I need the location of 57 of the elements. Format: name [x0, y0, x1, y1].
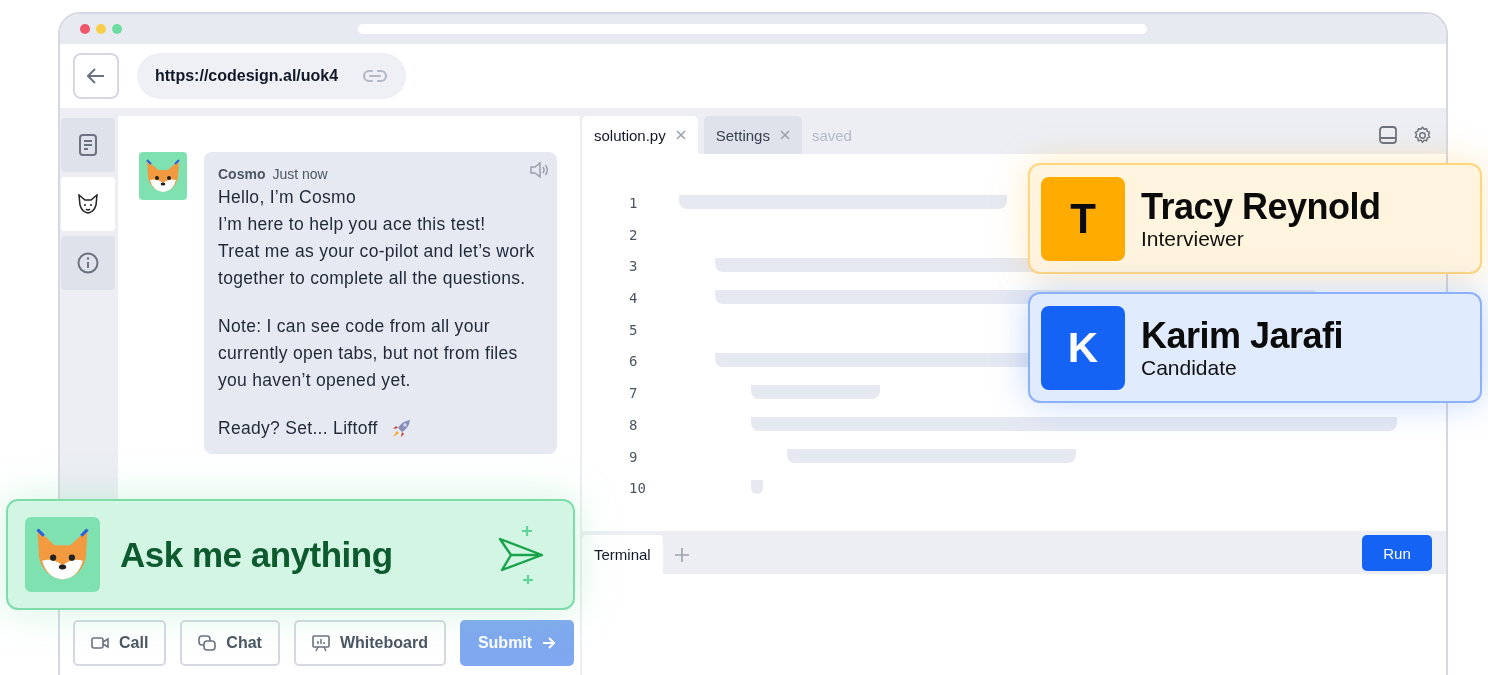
message-text: Note: I can see code from all your currently open tabs, but not from files you haven’t opened yet.: [218, 315, 519, 392]
file-tab[interactable]: Settings: [703, 116, 802, 154]
run-button[interactable]: Run: [1362, 535, 1432, 571]
line-number: 7: [628, 384, 639, 404]
document-icon: [79, 134, 97, 156]
file-tab[interactable]: solution.py: [582, 116, 698, 154]
chat-button[interactable]: Chat: [180, 620, 280, 666]
close-icon[interactable]: [779, 130, 790, 140]
fox-icon: [77, 194, 99, 214]
fox-avatar-icon: [25, 517, 100, 592]
line-number: 2: [628, 225, 639, 245]
message-text: Ready? Set... Liftoff: [218, 417, 378, 440]
whiteboard-icon: [311, 634, 330, 652]
close-icon[interactable]: [675, 130, 686, 140]
maximize-window-dot[interactable]: [112, 24, 122, 34]
line-number: 5: [628, 320, 639, 340]
ask-card[interactable]: Ask me anything: [6, 499, 575, 610]
sidebar-tab[interactable]: [61, 118, 115, 172]
settings-icon[interactable]: [1413, 126, 1432, 145]
chat-bubbles-icon: [198, 634, 217, 652]
fox-avatar-icon: [139, 152, 187, 200]
participant-avatar: T: [1041, 176, 1125, 261]
whiteboard-button[interactable]: Whiteboard: [293, 620, 446, 666]
link-icon: [362, 69, 389, 83]
save-status: saved: [811, 126, 852, 144]
back-button[interactable]: [73, 53, 119, 99]
line-number: 10: [628, 479, 647, 499]
url-field[interactable]: https://codesign.al/uok4: [137, 53, 407, 99]
participant-role: Candidate: [1141, 355, 1238, 380]
close-window-dot[interactable]: [80, 24, 90, 34]
minimize-window-dot[interactable]: [96, 24, 106, 34]
add-tab-icon[interactable]: [674, 547, 689, 562]
message-author: Cosmo: [218, 166, 266, 182]
line-number: 3: [628, 257, 639, 277]
ask-prompt: Ask me anything: [120, 534, 393, 575]
panel-layout-icon[interactable]: [1379, 126, 1397, 144]
line-number: 4: [628, 289, 639, 309]
message-text: Hello, I’m Cosmo I’m here to help you ace this test! Treat me as your co-pilot and let’s work together to complete all the questions.: [218, 186, 536, 290]
video-button[interactable]: Call: [73, 620, 167, 666]
info-icon: [77, 252, 99, 274]
arrow-right-icon: [542, 637, 557, 649]
code-line-placeholder: [751, 480, 763, 495]
sidebar-tab[interactable]: [61, 177, 115, 231]
message-time: Just now: [272, 166, 328, 182]
participant-name: Tracy Reynold: [1141, 186, 1381, 227]
line-number: 8: [628, 415, 639, 435]
line-number: 6: [628, 352, 639, 372]
video-camera-icon: [91, 636, 109, 650]
participant-name: Karim Jarafi: [1141, 315, 1344, 356]
participant-role: Interviewer: [1141, 226, 1244, 251]
speaker-icon[interactable]: [529, 162, 549, 178]
line-number: 9: [628, 447, 639, 467]
sidebar-tab[interactable]: [61, 236, 115, 290]
participant-avatar: K: [1041, 305, 1125, 390]
terminal-tab[interactable]: Terminal: [582, 535, 663, 574]
line-number: 1: [628, 194, 639, 213]
back-arrow-icon: [87, 68, 105, 84]
